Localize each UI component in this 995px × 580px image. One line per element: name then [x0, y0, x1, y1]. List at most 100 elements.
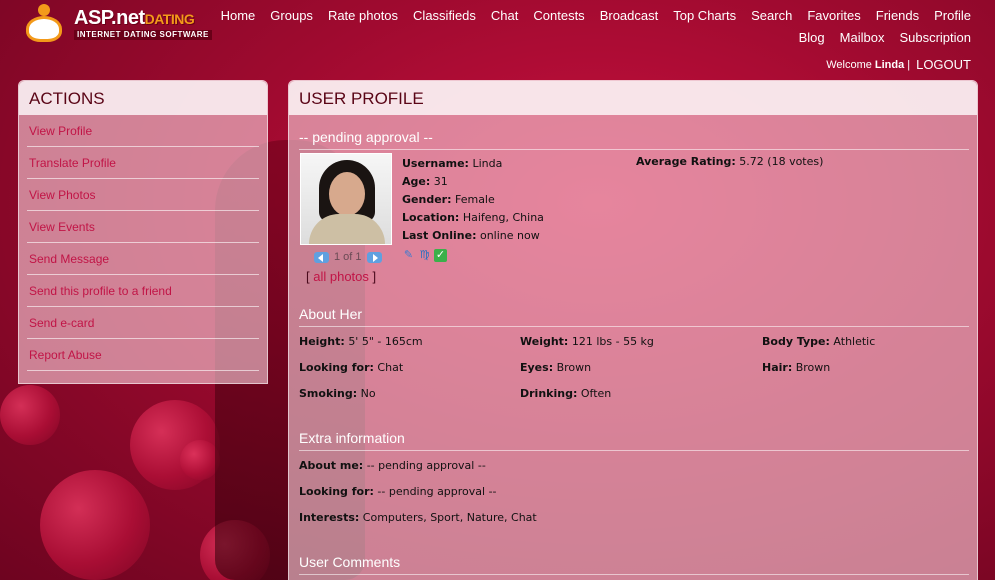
nav-link-favorites[interactable]: Favorites: [807, 8, 860, 23]
actions-panel: ACTIONS View Profile Translate Profile Vie…: [18, 80, 268, 384]
about-field-value: Athletic: [833, 335, 876, 348]
action-item: Report Abuse: [27, 339, 259, 371]
profile-badges: ✎ ♍ ✓: [402, 249, 450, 262]
username-value: Linda: [472, 157, 503, 170]
top-nav: Home Groups Rate photos Classifieds Chat Cont…: [201, 8, 971, 45]
rating-value: 5.72 (18 votes): [739, 155, 824, 168]
extra-field-label: About me:: [299, 459, 364, 472]
action-send-e-card[interactable]: Send e-card: [29, 316, 94, 330]
about-field: Weight: 121 lbs - 55 kg: [520, 335, 654, 348]
nav-link-subscription[interactable]: Subscription: [899, 30, 971, 45]
nav-link-friends[interactable]: Friends: [876, 8, 919, 23]
last-online-value: online now: [479, 229, 540, 242]
extra-field: About me: -- pending approval --: [299, 459, 537, 485]
about-field: Drinking: Often: [520, 387, 611, 400]
gender-label: Gender:: [402, 193, 452, 206]
zodiac-icon: ♍: [419, 249, 430, 261]
welcome-separator: |: [907, 58, 911, 71]
divider: [299, 149, 969, 150]
bracket: ]: [372, 269, 377, 284]
action-view-photos[interactable]: View Photos: [29, 188, 96, 202]
about-field: Body Type: Athletic: [762, 335, 875, 348]
extra-field-value: -- pending approval --: [377, 485, 497, 498]
username-label: Username:: [402, 157, 469, 170]
about-field-value: Often: [580, 387, 612, 400]
photo-pager-count: 1 of 1: [334, 251, 362, 263]
user-profile-title: USER PROFILE: [289, 81, 977, 115]
logo-tagline: INTERNET DATING SOFTWARE: [74, 30, 212, 40]
photo-pager: 1 of 1: [309, 251, 387, 263]
nav-link-search[interactable]: Search: [751, 8, 792, 23]
nav-link-home[interactable]: Home: [221, 8, 256, 23]
divider: [299, 574, 969, 575]
age-label: Age:: [402, 175, 431, 188]
profile-photo[interactable]: [300, 153, 392, 245]
nav-link-groups[interactable]: Groups: [270, 8, 313, 23]
about-field-value: 5' 5" - 165cm: [348, 335, 423, 348]
nav-link-top-charts[interactable]: Top Charts: [673, 8, 736, 23]
extra-field-label: Looking for:: [299, 485, 374, 498]
action-send-this-profile-to-a-friend[interactable]: Send this profile to a friend: [29, 284, 172, 298]
extra-field-value: -- pending approval --: [366, 459, 486, 472]
extra-info-details: About me: -- pending approval -- Looking …: [299, 459, 537, 537]
actions-list: View Profile Translate Profile View Photos…: [19, 115, 267, 371]
about-field: Looking for: Chat: [299, 361, 403, 374]
welcome-bar: Welcome Linda | LOGOUT: [826, 57, 971, 72]
all-photos-link[interactable]: all photos: [313, 269, 369, 284]
arrow-left-icon[interactable]: [314, 251, 329, 263]
about-field-label: Eyes:: [520, 361, 554, 374]
nav-link-profile[interactable]: Profile: [934, 8, 971, 23]
extra-field-value: Computers, Sport, Nature, Chat: [362, 511, 537, 524]
nav-link-mailbox[interactable]: Mailbox: [840, 30, 885, 45]
age-value: 31: [433, 175, 448, 188]
approval-status: -- pending approval --: [299, 129, 433, 145]
top-nav-row-2: Blog Mailbox Subscription: [201, 30, 971, 45]
about-field-value: No: [360, 387, 376, 400]
divider: [299, 450, 969, 451]
pencil-icon: ✎: [403, 249, 414, 261]
action-view-events[interactable]: View Events: [29, 220, 95, 234]
welcome-label: Welcome: [826, 58, 872, 71]
nav-link-blog[interactable]: Blog: [799, 30, 825, 45]
nav-link-contests[interactable]: Contests: [533, 8, 584, 23]
action-item: Send e-card: [27, 307, 259, 339]
site-logo[interactable]: ASP.netDATING INTERNET DATING SOFTWARE: [22, 4, 212, 44]
about-field-label: Body Type:: [762, 335, 830, 348]
logo-figure-icon: [22, 4, 66, 44]
action-item: View Profile: [27, 115, 259, 147]
location-value: Haifeng, China: [462, 211, 544, 224]
about-field-value: Brown: [795, 361, 831, 374]
bg-bubble: [0, 385, 60, 445]
action-view-profile[interactable]: View Profile: [29, 124, 92, 138]
action-send-message[interactable]: Send Message: [29, 252, 109, 266]
nav-link-classifieds[interactable]: Classifieds: [413, 8, 476, 23]
actions-title: ACTIONS: [19, 81, 267, 115]
about-field-label: Hair:: [762, 361, 793, 374]
about-field-value: Brown: [556, 361, 592, 374]
nav-link-chat[interactable]: Chat: [491, 8, 518, 23]
gender-value: Female: [454, 193, 495, 206]
nav-link-broadcast[interactable]: Broadcast: [600, 8, 659, 23]
action-report-abuse[interactable]: Report Abuse: [29, 348, 102, 362]
logout-link[interactable]: LOGOUT: [916, 57, 971, 72]
action-item: Translate Profile: [27, 147, 259, 179]
all-photos: [ all photos ]: [306, 269, 376, 284]
arrow-right-icon[interactable]: [366, 251, 382, 263]
user-comments-title: User Comments: [299, 554, 401, 570]
last-online-label: Last Online:: [402, 229, 477, 242]
location-label: Location:: [402, 211, 460, 224]
rating-label: Average Rating:: [636, 155, 736, 168]
verified-check-icon: ✓: [434, 249, 447, 262]
bg-bubble: [40, 470, 150, 580]
extra-info-title: Extra information: [299, 430, 405, 446]
about-field: Hair: Brown: [762, 361, 830, 374]
action-translate-profile[interactable]: Translate Profile: [29, 156, 116, 170]
nav-link-rate-photos[interactable]: Rate photos: [328, 8, 398, 23]
about-her-title: About Her: [299, 306, 363, 322]
about-field-label: Drinking:: [520, 387, 578, 400]
bracket: [: [306, 269, 310, 284]
extra-field: Looking for: -- pending approval --: [299, 485, 537, 511]
about-field: Height: 5' 5" - 165cm: [299, 335, 423, 348]
profile-basic-info: Username: Linda Age: 31 Gender: Female L…: [402, 155, 544, 245]
average-rating: Average Rating: 5.72 (18 votes): [636, 155, 823, 168]
